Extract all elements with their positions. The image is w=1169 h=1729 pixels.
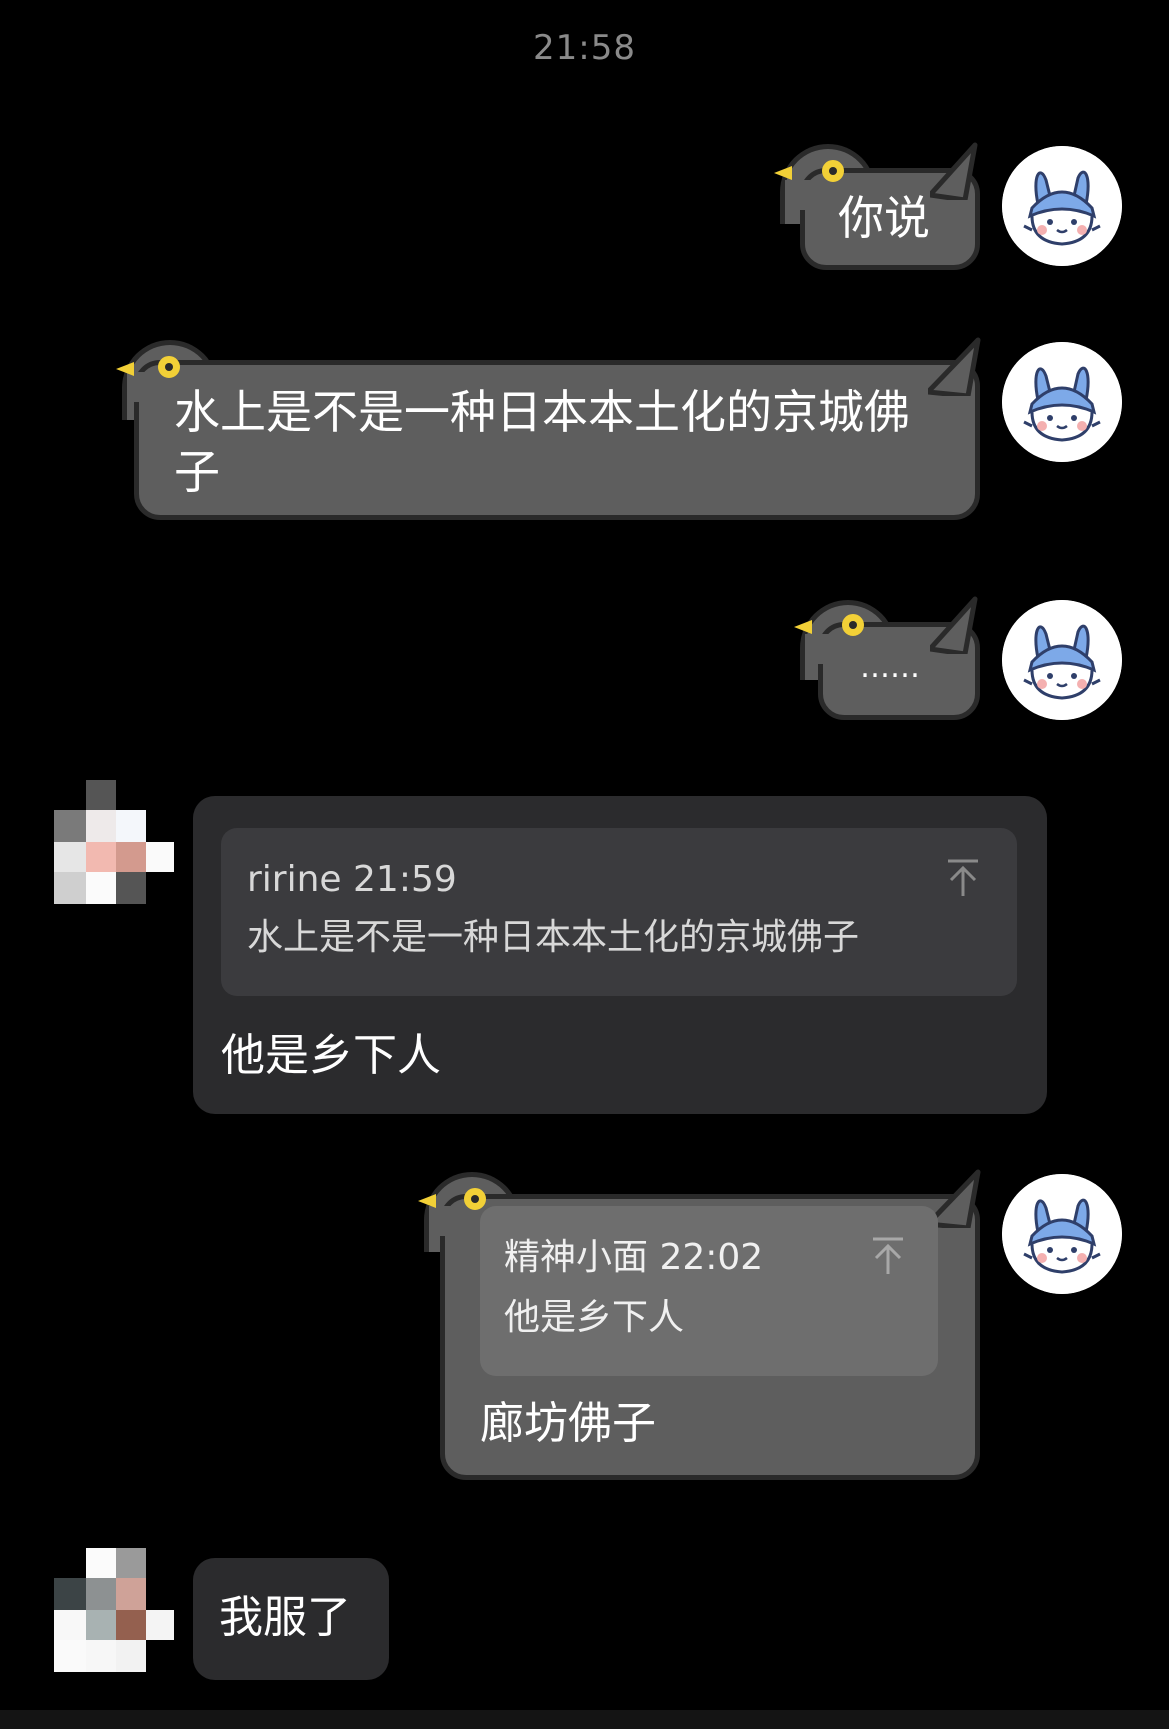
quote-text: 水上是不是一种日本本土化的京城佛子 bbox=[247, 917, 860, 958]
my-avatar[interactable] bbox=[1002, 342, 1122, 462]
outgoing-message[interactable]: …… bbox=[794, 596, 980, 720]
quoted-message[interactable]: ririne 21:59 水上是不是一种日本本土化的京城佛子 bbox=[221, 828, 1017, 996]
message-text: 你说 bbox=[838, 191, 930, 245]
message-text: 我服了 bbox=[219, 1592, 351, 1643]
message-text: 廊坊佛子 bbox=[480, 1398, 656, 1449]
chat-screen: 21:58 你说 水上是不是一种日本本土化的京城佛 子 …… ririne 21… bbox=[0, 0, 1169, 1729]
bird-eye-icon bbox=[158, 356, 180, 378]
bottom-edge-bar bbox=[0, 1710, 1169, 1729]
bird-beak-icon bbox=[116, 362, 134, 376]
bunny-avatar-icon bbox=[1002, 146, 1122, 266]
quote-author-time: 精神小面 22:02 bbox=[504, 1237, 764, 1278]
bunny-avatar-icon bbox=[1002, 1174, 1122, 1294]
bird-beak-icon bbox=[774, 166, 792, 180]
jump-to-top-icon[interactable] bbox=[870, 1236, 906, 1276]
quoted-message[interactable]: 精神小面 22:02 他是乡下人 bbox=[480, 1206, 938, 1376]
bunny-avatar-icon bbox=[1002, 342, 1122, 462]
my-avatar[interactable] bbox=[1002, 146, 1122, 266]
bunny-avatar-icon bbox=[1002, 600, 1122, 720]
jump-to-top-icon[interactable] bbox=[945, 858, 981, 898]
incoming-message[interactable]: ririne 21:59 水上是不是一种日本本土化的京城佛子 他是乡下人 bbox=[193, 796, 1047, 1114]
my-avatar[interactable] bbox=[1002, 1174, 1122, 1294]
bird-beak-icon bbox=[418, 1194, 436, 1208]
outgoing-message[interactable]: 水上是不是一种日本本土化的京城佛 子 bbox=[116, 336, 981, 520]
pixelated-avatar-icon bbox=[54, 780, 174, 904]
quote-text: 他是乡下人 bbox=[504, 1297, 685, 1338]
bird-eye-icon bbox=[464, 1188, 486, 1210]
message-text-line-1: 水上是不是一种日本本土化的京城佛 bbox=[174, 385, 910, 439]
other-avatar[interactable] bbox=[54, 780, 178, 904]
bird-tail-icon bbox=[928, 337, 981, 396]
bird-tail-icon bbox=[930, 596, 978, 654]
pixelated-avatar-icon bbox=[54, 1548, 174, 1672]
time-divider: 21:58 bbox=[533, 28, 636, 68]
incoming-message[interactable]: 我服了 bbox=[193, 1558, 389, 1680]
message-text: …… bbox=[860, 650, 920, 685]
message-text: 他是乡下人 bbox=[221, 1030, 441, 1081]
outgoing-message[interactable]: 精神小面 22:02 他是乡下人 廊坊佛子 bbox=[418, 1168, 981, 1480]
bird-beak-icon bbox=[794, 620, 812, 634]
bird-eye-icon bbox=[842, 614, 864, 636]
bird-tail-icon bbox=[930, 142, 978, 200]
bird-eye-icon bbox=[822, 160, 844, 182]
message-text-line-2: 子 bbox=[174, 445, 220, 499]
quote-author-time: ririne 21:59 bbox=[247, 859, 457, 900]
other-avatar[interactable] bbox=[54, 1548, 178, 1672]
outgoing-message[interactable]: 你说 bbox=[774, 140, 980, 270]
my-avatar[interactable] bbox=[1002, 600, 1122, 720]
